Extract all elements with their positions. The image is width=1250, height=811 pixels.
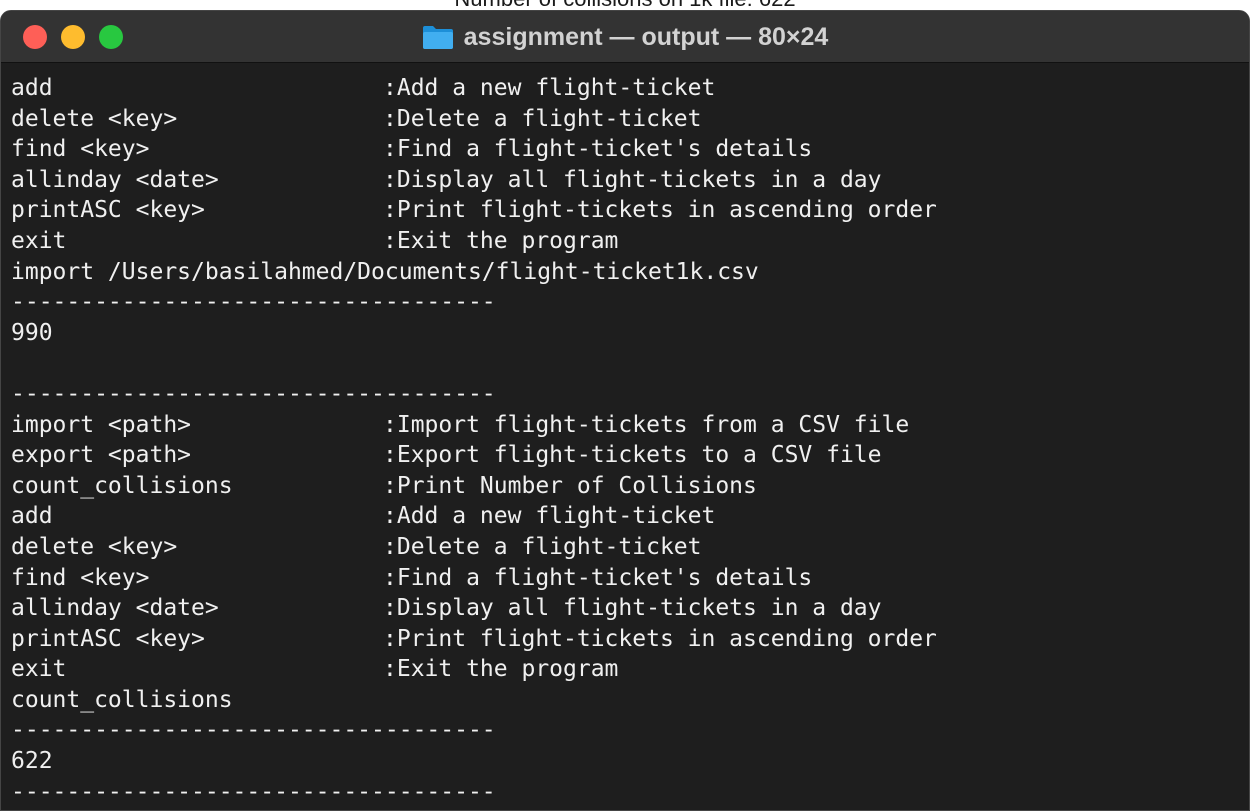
command-description: :Add a new flight-ticket	[383, 75, 716, 101]
command-name: count_collisions	[11, 472, 233, 499]
window-title-group: assignment — output — 80×24	[1, 11, 1249, 63]
terminal-line: allinday <date> :Display all flight-ticke…	[11, 165, 1241, 196]
terminal-line: 622	[11, 746, 1241, 777]
terminal-line: exit :Exit the program	[11, 226, 1241, 257]
terminal-output[interactable]: add :Add a new flight-ticket delete <key>:…	[11, 73, 1241, 810]
terminal-line: -----------------------------------	[11, 777, 1241, 808]
folder-icon	[422, 26, 453, 49]
command-name: printASC <key>	[11, 625, 205, 652]
terminal-line: 990	[11, 318, 1241, 349]
window-title: assignment — output — 80×24	[463, 22, 829, 51]
command-name: delete <key>	[11, 533, 178, 560]
command-description: :Display all flight-tickets in a day	[383, 166, 882, 193]
terminal-line: printASC <key> :Print flight-tickets in a…	[11, 624, 1241, 655]
command-name: add	[11, 503, 53, 530]
terminal-line: add :Add a new flight-ticket	[11, 501, 1241, 532]
terminal-line: find <key> :Find a flight-ticket's detail…	[11, 134, 1241, 165]
output-text: -----------------------------------	[11, 380, 496, 407]
command-description: :Display all flight-tickets in a day	[383, 595, 882, 622]
command-name: find <key>	[11, 136, 150, 163]
terminal-line: import <path> :Import flight-tickets from…	[11, 410, 1241, 441]
command-name: export <path>	[11, 442, 192, 469]
terminal-line: delete <key> :Delete a flight-ticket	[11, 104, 1241, 135]
command-name: add	[11, 75, 53, 101]
terminal-line: count_collisions	[11, 685, 1241, 716]
command-name: delete <key>	[11, 105, 178, 132]
command-description: :Find a flight-ticket's details	[383, 136, 813, 163]
terminal-line: import /Users/basilahmed/Documents/fligh…	[11, 257, 1241, 288]
command-description: :Print flight-tickets in ascending order	[383, 625, 937, 652]
terminal-line: export <path> :Export flight-tickets to a…	[11, 440, 1241, 471]
command-name: exit	[11, 227, 67, 254]
terminal-line: exit :Exit the program	[11, 654, 1241, 685]
screenshot: Number of collisions on 1k file: 622 ass…	[0, 0, 1250, 811]
command-description: :Add a new flight-ticket	[383, 503, 716, 530]
terminal-window: assignment — output — 80×24 add :Add a ne…	[0, 10, 1250, 811]
terminal-line: delete <key> :Delete a flight-ticket	[11, 532, 1241, 563]
command-description: :Delete a flight-ticket	[383, 105, 702, 132]
terminal-line: -----------------------------------	[11, 287, 1241, 318]
output-text: -----------------------------------	[11, 289, 496, 316]
command-description: :Exit the program	[383, 227, 619, 254]
command-description: :Delete a flight-ticket	[383, 533, 702, 560]
command-description: :Print Number of Collisions	[383, 472, 757, 499]
command-name: allinday <date>	[11, 595, 219, 622]
command-name: allinday <date>	[11, 166, 219, 193]
terminal-line: allinday <date> :Display all flight-ticke…	[11, 593, 1241, 624]
terminal-line: -----------------------------------	[11, 715, 1241, 746]
output-text: -----------------------------------	[11, 778, 496, 805]
output-text: count_collisions	[11, 686, 233, 713]
output-text: 622	[11, 748, 53, 775]
command-description: :Exit the program	[383, 656, 619, 683]
output-text: -----------------------------------	[11, 717, 496, 744]
command-description: :Export flight-tickets to a CSV file	[383, 442, 882, 469]
command-description: :Find a flight-ticket's details	[383, 564, 813, 591]
command-description: :Import flight-tickets from a CSV file	[383, 411, 910, 438]
command-name: import <path>	[11, 411, 192, 438]
terminal-line: find <key> :Find a flight-ticket's detail…	[11, 563, 1241, 594]
command-description: :Print flight-tickets in ascending order	[383, 197, 937, 224]
terminal-line: -----------------------------------	[11, 379, 1241, 410]
terminal-line: printASC <key> :Print flight-tickets in a…	[11, 195, 1241, 226]
command-name: printASC <key>	[11, 197, 205, 224]
title-bar[interactable]: assignment — output — 80×24	[1, 11, 1249, 63]
terminal-line: count_collisions :Print Number of Collisi…	[11, 471, 1241, 502]
command-name: exit	[11, 656, 67, 683]
terminal-line: add :Add a new flight-ticket	[11, 73, 1241, 104]
output-text: import /Users/basilahmed/Documents/fligh…	[11, 258, 759, 285]
output-text: 990	[11, 319, 53, 346]
command-name: find <key>	[11, 564, 150, 591]
